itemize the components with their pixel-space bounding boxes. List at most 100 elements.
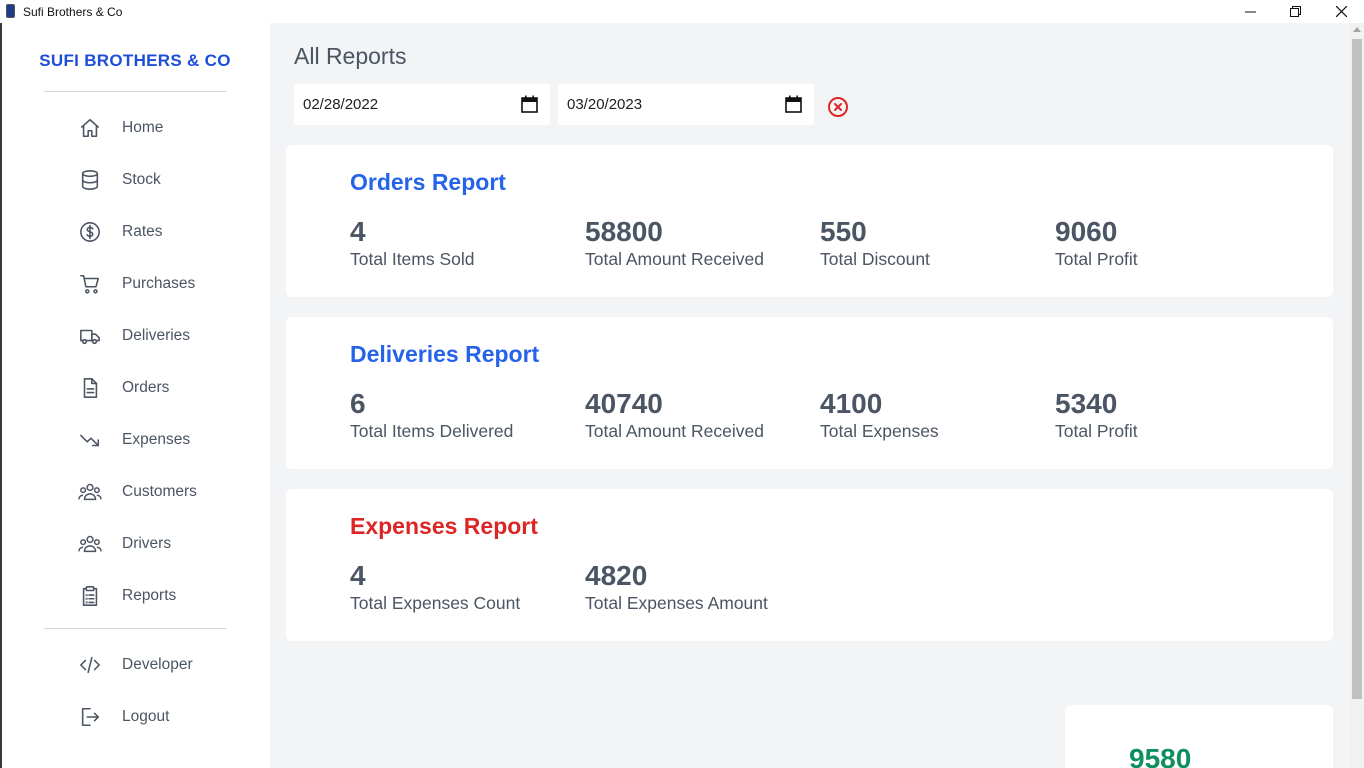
scroll-thumb[interactable] xyxy=(1352,39,1362,699)
sidebar-item-logout[interactable]: Logout xyxy=(78,699,258,735)
close-button[interactable] xyxy=(1318,0,1364,23)
main-content: All Reports 02/28/2022 03/20/2023 Orders… xyxy=(270,23,1350,768)
sidebar-item-label: Developer xyxy=(122,656,193,673)
stat-label: Total Discount xyxy=(820,249,930,269)
sidebar-item-label: Deliveries xyxy=(122,327,191,344)
sidebar-divider xyxy=(44,628,226,629)
stat-value: 4 xyxy=(350,216,366,247)
sidebar-item-label: Rates xyxy=(122,223,163,240)
stat-label: Total Expenses xyxy=(820,421,939,441)
stat-value: 550 xyxy=(820,216,867,247)
clear-dates-button[interactable] xyxy=(827,96,849,118)
sidebar-item-rates[interactable]: Rates xyxy=(78,214,258,250)
logout-icon xyxy=(78,705,102,729)
code-icon xyxy=(78,653,102,677)
stat-label: Total Expenses Count xyxy=(350,593,521,613)
user-group-icon xyxy=(78,532,102,556)
net-profit-card: 9580 xyxy=(1065,705,1333,768)
sidebar-item-home[interactable]: Home xyxy=(78,110,258,146)
date-from-input[interactable]: 02/28/2022 xyxy=(294,84,550,125)
sidebar-item-label: Orders xyxy=(122,379,170,396)
deliveries-report-title: Deliveries Report xyxy=(350,341,540,367)
orders-report-card: Orders Report 4 Total Items Sold 58800 T… xyxy=(286,145,1333,297)
sidebar-item-developer[interactable]: Developer xyxy=(78,647,258,683)
expenses-report-title: Expenses Report xyxy=(350,513,538,539)
stat-total-amount-received: 40740 Total Amount Received xyxy=(585,387,764,442)
brand-title: SUFI BROTHERS & CO xyxy=(39,51,231,70)
stat-total-expenses: 4100 Total Expenses xyxy=(820,387,939,442)
sidebar-item-expenses[interactable]: Expenses xyxy=(78,422,258,458)
sidebar-item-label: Logout xyxy=(122,708,170,725)
sidebar-item-deliveries[interactable]: Deliveries xyxy=(78,318,258,354)
summary-value: 9580 xyxy=(1129,743,1192,768)
sidebar-item-purchases[interactable]: Purchases xyxy=(78,266,258,302)
sidebar-item-label: Customers xyxy=(122,483,197,500)
calendar-icon[interactable] xyxy=(785,95,802,117)
window-title: Sufi Brothers & Co xyxy=(23,5,123,19)
stat-total-items-sold: 4 Total Items Sold xyxy=(350,215,475,270)
app-icon xyxy=(6,4,15,18)
stat-total-profit: 5340 Total Profit xyxy=(1055,387,1138,442)
sidebar-item-label: Purchases xyxy=(122,275,196,292)
stat-total-discount: 550 Total Discount xyxy=(820,215,930,270)
restore-icon xyxy=(1289,6,1301,17)
stat-label: Total Expenses Amount xyxy=(585,593,768,613)
stat-total-amount-received: 58800 Total Amount Received xyxy=(585,215,764,270)
window-titlebar: Sufi Brothers & Co xyxy=(0,0,1364,23)
sidebar-item-drivers[interactable]: Drivers xyxy=(78,526,258,562)
orders-report-title: Orders Report xyxy=(350,169,506,195)
stat-value: 58800 xyxy=(585,216,663,247)
sidebar: SUFI BROTHERS & CO Home Stock Rates Purc… xyxy=(2,23,270,768)
deliveries-report-card: Deliveries Report 6 Total Items Delivere… xyxy=(286,317,1333,469)
vertical-scrollbar[interactable] xyxy=(1350,23,1364,768)
sidebar-item-label: Home xyxy=(122,119,164,136)
expenses-report-card: Expenses Report 4 Total Expenses Count 4… xyxy=(286,489,1333,641)
page-title: All Reports xyxy=(294,43,407,69)
calendar-icon[interactable] xyxy=(521,95,538,117)
date-from-value: 02/28/2022 xyxy=(303,96,379,113)
date-to-input[interactable]: 03/20/2023 xyxy=(558,84,814,125)
sidebar-item-label: Expenses xyxy=(122,431,191,448)
sidebar-item-reports[interactable]: Reports xyxy=(78,578,258,614)
close-icon xyxy=(1335,6,1347,17)
stat-label: Total Profit xyxy=(1055,421,1138,441)
stat-value: 6 xyxy=(350,388,366,419)
sidebar-item-label: Drivers xyxy=(122,535,172,552)
stat-label: Total Amount Received xyxy=(585,249,764,269)
stat-total-profit: 9060 Total Profit xyxy=(1055,215,1138,270)
stat-value: 40740 xyxy=(585,388,663,419)
home-icon xyxy=(78,116,102,140)
database-icon xyxy=(78,168,102,192)
stat-label: Total Profit xyxy=(1055,249,1138,269)
stat-value: 4100 xyxy=(820,388,883,419)
minimize-button[interactable] xyxy=(1227,0,1273,23)
stat-label: Total Items Delivered xyxy=(350,421,514,441)
trending-down-icon xyxy=(78,428,102,452)
truck-icon xyxy=(78,324,102,348)
cart-icon xyxy=(78,272,102,296)
stat-value: 9060 xyxy=(1055,216,1118,247)
stat-total-items-delivered: 6 Total Items Delivered xyxy=(350,387,513,442)
stat-value: 4 xyxy=(350,560,366,591)
stat-total-expenses-amount: 4820 Total Expenses Amount xyxy=(585,559,768,614)
stat-label: Total Items Sold xyxy=(350,249,475,269)
user-group-icon xyxy=(78,480,102,504)
scroll-up-arrow-icon[interactable] xyxy=(1353,27,1361,32)
x-circle-icon xyxy=(828,97,848,117)
stat-value: 4820 xyxy=(585,560,648,591)
stat-label: Total Amount Received xyxy=(585,421,764,441)
stat-value: 5340 xyxy=(1055,388,1118,419)
sidebar-item-label: Stock xyxy=(122,171,161,188)
clipboard-list-icon xyxy=(78,584,102,608)
minimize-icon xyxy=(1244,11,1256,13)
date-to-value: 03/20/2023 xyxy=(567,96,643,113)
sidebar-item-customers[interactable]: Customers xyxy=(78,474,258,510)
sidebar-item-stock[interactable]: Stock xyxy=(78,162,258,198)
sidebar-divider xyxy=(44,91,226,92)
document-icon xyxy=(78,376,102,400)
sidebar-item-label: Reports xyxy=(122,587,177,604)
restore-button[interactable] xyxy=(1272,0,1318,23)
stat-total-expenses-count: 4 Total Expenses Count xyxy=(350,559,520,614)
sidebar-item-orders[interactable]: Orders xyxy=(78,370,258,406)
dollar-circle-icon xyxy=(78,220,102,244)
